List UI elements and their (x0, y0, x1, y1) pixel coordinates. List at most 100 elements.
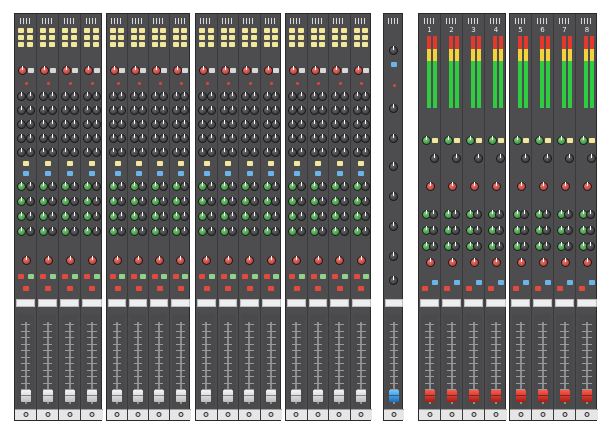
fader-cap[interactable] (244, 390, 255, 402)
aux-pan-knob[interactable] (117, 182, 126, 191)
eq-knob[interactable] (61, 134, 70, 143)
eq-knob[interactable] (180, 148, 189, 157)
bus-knob[interactable] (535, 136, 544, 145)
pan-knob[interactable] (335, 256, 345, 265)
fader-cap[interactable] (133, 390, 143, 402)
eq-knob[interactable] (92, 92, 101, 101)
aux-send-knob[interactable] (83, 182, 92, 191)
mute-button[interactable] (23, 286, 29, 291)
assign-button[interactable] (289, 35, 295, 40)
aux-pan-knob[interactable] (180, 197, 189, 206)
aux-pan-knob[interactable] (70, 182, 79, 191)
bus-gain-knob[interactable] (560, 182, 570, 191)
aux-knob[interactable] (564, 226, 573, 235)
pan-knob[interactable] (176, 256, 185, 265)
assign-button[interactable] (310, 28, 317, 33)
assign-button[interactable] (71, 35, 77, 40)
assign-button[interactable] (310, 42, 317, 47)
aux-knob[interactable] (586, 210, 595, 219)
aux-send-knob[interactable] (39, 227, 48, 236)
aux-pan-knob[interactable] (70, 197, 79, 206)
assign-button[interactable] (319, 28, 325, 33)
pan-knob[interactable] (134, 256, 143, 265)
aux-pan-knob[interactable] (117, 227, 126, 236)
eq-knob[interactable] (117, 92, 126, 101)
solo-button[interactable] (263, 274, 270, 279)
pad-button[interactable] (119, 68, 125, 73)
pad-button[interactable] (208, 68, 215, 73)
eq-knob[interactable] (206, 106, 216, 115)
assign-button[interactable] (49, 28, 55, 33)
bus-knob[interactable] (579, 136, 588, 145)
select-button[interactable] (94, 274, 100, 279)
assign-button[interactable] (118, 42, 124, 47)
eq-knob[interactable] (288, 134, 297, 143)
eq-knob[interactable] (228, 92, 237, 101)
bus-knob[interactable] (543, 154, 552, 163)
eq-knob[interactable] (271, 148, 280, 157)
assign-button[interactable] (139, 35, 145, 40)
eq-knob[interactable] (138, 134, 147, 143)
aux-send-knob[interactable] (39, 212, 48, 221)
fader-cap[interactable] (356, 390, 367, 402)
assign-button[interactable] (332, 35, 338, 40)
aux-pan-knob[interactable] (48, 227, 57, 236)
eq-knob[interactable] (198, 120, 207, 129)
select-button[interactable] (28, 274, 34, 279)
aux-pan-knob[interactable] (26, 197, 35, 206)
eq-knob[interactable] (339, 148, 349, 157)
eq-knob[interactable] (138, 106, 147, 115)
pad-button[interactable] (363, 68, 369, 73)
aux-pan-knob[interactable] (296, 227, 306, 236)
bus-gain-knob[interactable] (447, 182, 457, 191)
eq-knob[interactable] (228, 148, 237, 157)
eq-knob[interactable] (92, 148, 101, 157)
insert-button[interactable] (225, 171, 232, 176)
pad-button[interactable] (28, 68, 34, 73)
assign-button[interactable] (93, 35, 99, 40)
solo-button[interactable] (152, 274, 158, 279)
insert-button[interactable] (45, 171, 51, 176)
aux-knob[interactable] (520, 242, 529, 251)
eq-knob[interactable] (70, 134, 79, 143)
insert-button[interactable] (358, 171, 365, 176)
aux-pan-knob[interactable] (296, 197, 306, 206)
assign-button[interactable] (319, 35, 325, 40)
aux-send-knob[interactable] (241, 197, 250, 206)
assign-button[interactable] (27, 35, 33, 40)
bus-assign-button[interactable] (545, 138, 551, 143)
master-knob[interactable] (389, 252, 398, 261)
gain-knob[interactable] (152, 66, 161, 75)
bus-knob[interactable] (488, 136, 497, 145)
eq-knob[interactable] (198, 92, 207, 101)
aux-pan-knob[interactable] (318, 212, 327, 221)
pad-button[interactable] (320, 68, 326, 73)
eq-knob[interactable] (339, 134, 349, 143)
assign-button[interactable] (131, 28, 137, 33)
eq-knob[interactable] (228, 134, 237, 143)
gain-knob[interactable] (110, 66, 119, 75)
assign-button[interactable] (362, 42, 368, 47)
insert-button[interactable] (315, 171, 322, 176)
gain-knob[interactable] (62, 66, 71, 75)
eq-knob[interactable] (70, 106, 79, 115)
assign-button[interactable] (272, 35, 278, 40)
insert-button[interactable] (156, 171, 163, 176)
eq-knob[interactable] (180, 106, 189, 115)
eq-knob[interactable] (138, 92, 147, 101)
aux-send-knob[interactable] (17, 197, 26, 206)
aux-send-knob[interactable] (331, 197, 340, 206)
eq-knob[interactable] (241, 148, 250, 157)
fader-cap[interactable] (424, 390, 435, 402)
master-knob[interactable] (389, 104, 398, 113)
eq-knob[interactable] (70, 92, 79, 101)
aux-send-knob[interactable] (39, 182, 48, 191)
assign-button[interactable] (229, 28, 235, 33)
solo-button[interactable] (110, 274, 116, 279)
bus-assign-button[interactable] (589, 138, 595, 143)
bus-assign-button[interactable] (454, 138, 460, 143)
gain-knob[interactable] (131, 66, 140, 75)
pan-knob[interactable] (425, 258, 435, 267)
aux-pan-knob[interactable] (296, 182, 306, 191)
assign-button[interactable] (199, 28, 205, 33)
